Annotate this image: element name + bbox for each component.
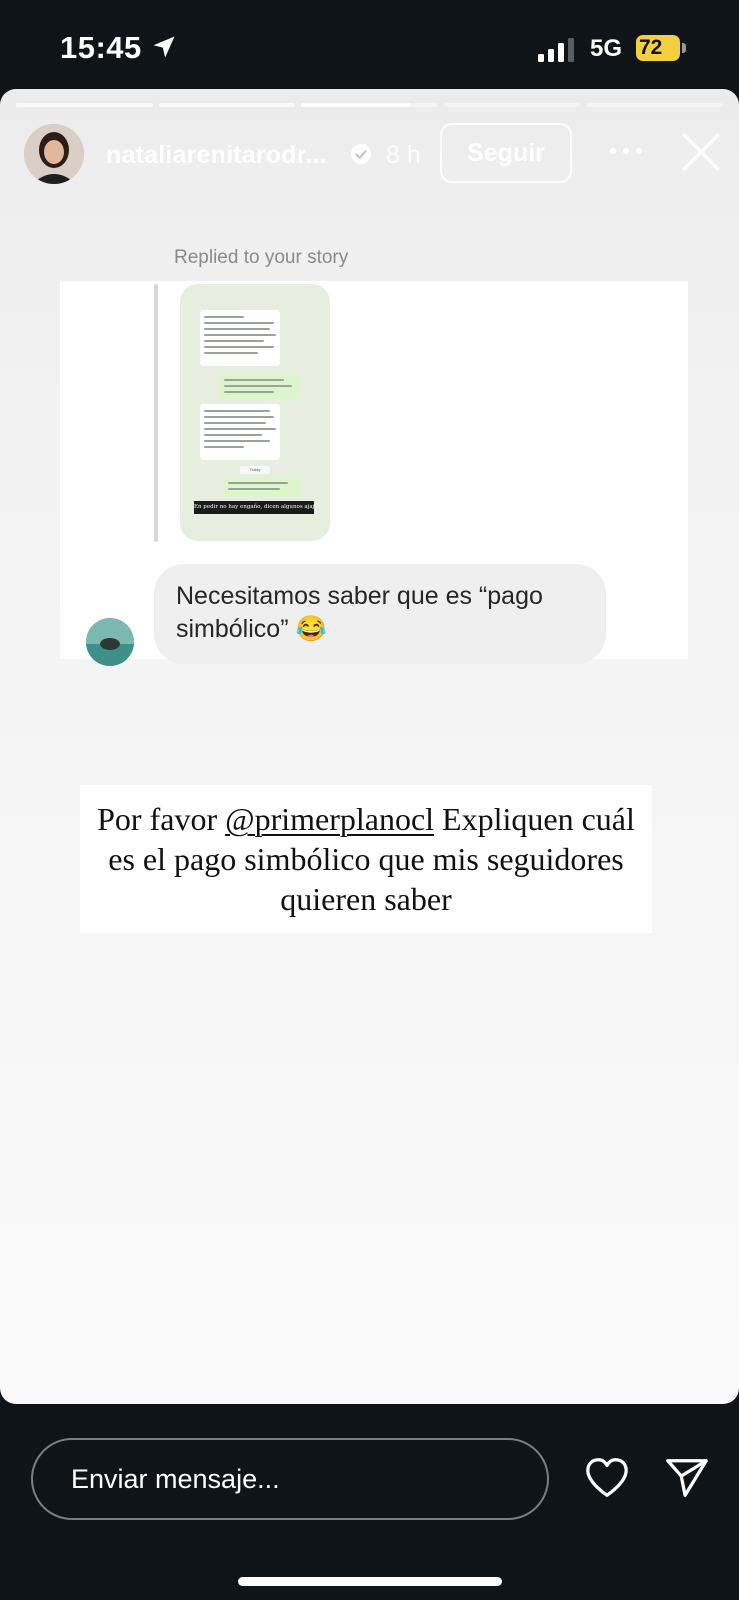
verified-badge-icon: [350, 143, 372, 165]
heart-icon[interactable]: [584, 1456, 630, 1500]
story-thumbnail[interactable]: Today En pedir no hay engaño, dicen algu…: [180, 284, 330, 541]
caption-text: Por favor @primerplanocl Expliquen cuál …: [80, 799, 652, 919]
story-caption: Por favor @primerplanocl Expliquen cuál …: [80, 785, 652, 933]
story-progress: [16, 103, 723, 107]
progress-segment: [443, 103, 581, 107]
progress-segment: [158, 103, 296, 107]
more-dots-icon[interactable]: [608, 143, 644, 159]
reply-indicator-bar: [154, 284, 158, 542]
battery-level: 72: [639, 36, 663, 59]
progress-segment-current: [301, 103, 438, 107]
home-indicator[interactable]: [238, 1577, 502, 1586]
status-bar: 15:45 5G 72: [0, 0, 739, 90]
mention-link[interactable]: @primerplanocl: [225, 801, 434, 837]
story-header: nataliarenitarodr... 8 h Seguir: [0, 119, 739, 189]
network-label: 5G: [590, 35, 623, 62]
story-viewer[interactable]: nataliarenitarodr... 8 h Seguir Replied …: [0, 89, 739, 1404]
send-icon[interactable]: [664, 1456, 710, 1500]
sender-avatar: [86, 618, 134, 666]
story-time: 8 h: [386, 141, 421, 169]
thumbnail-caption: En pedir no hay engaño, dicen algunos aj…: [194, 501, 314, 514]
location-arrow-icon: [153, 36, 175, 58]
reply-message-text: Necesitamos saber que es “pago simbólico…: [176, 582, 543, 643]
reply-message-bubble: Necesitamos saber que es “pago simbólico…: [154, 564, 606, 664]
progress-segment: [16, 103, 153, 107]
message-input[interactable]: [31, 1438, 549, 1520]
replied-label: Replied to your story: [174, 247, 349, 268]
progress-segment: [586, 103, 723, 107]
signal-bars-icon: [538, 38, 574, 62]
follow-button[interactable]: Seguir: [440, 123, 572, 183]
caption-prefix: Por favor: [97, 801, 226, 837]
status-time: 15:45: [60, 30, 142, 65]
close-icon[interactable]: [680, 131, 722, 173]
battery-indicator: 72: [636, 35, 686, 61]
username[interactable]: nataliarenitarodr...: [106, 141, 327, 170]
thumbnail-date-chip: Today: [240, 466, 270, 474]
avatar[interactable]: [24, 124, 84, 184]
